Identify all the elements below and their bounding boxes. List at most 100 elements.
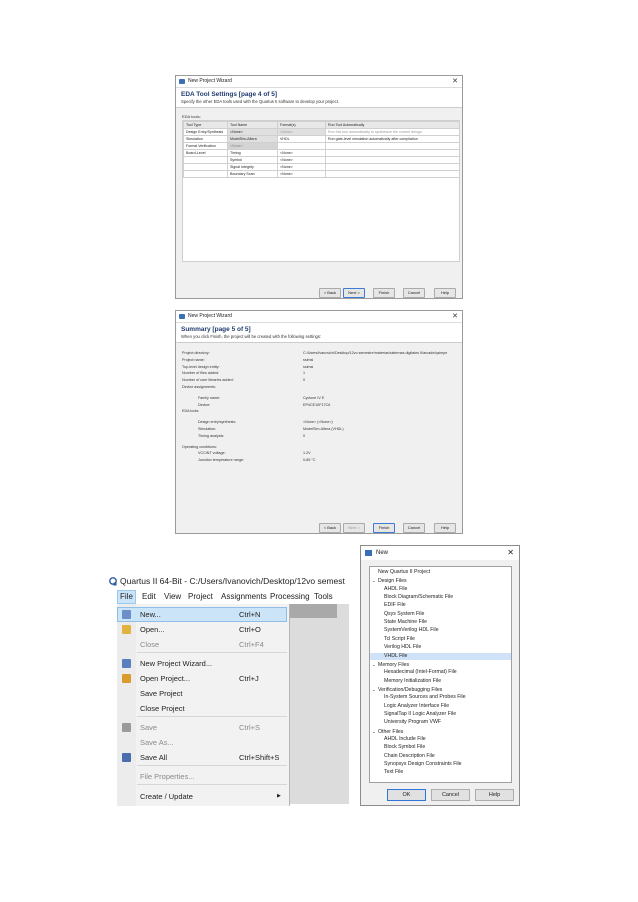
menu-item[interactable]: Save Project	[117, 686, 289, 701]
tree-item-label: Block Diagram/Schematic File	[384, 594, 454, 601]
back-button[interactable]: < Back	[319, 288, 341, 298]
tree-item-label: University Program VWF	[384, 719, 442, 726]
tree-item[interactable]: AHDL Include File	[384, 736, 426, 743]
cancel-button[interactable]: Cancel	[403, 288, 425, 298]
summary-label: Device:	[198, 402, 211, 407]
tree-category[interactable]: ⌄ Memory Files	[372, 661, 409, 668]
summary-value: 0	[303, 433, 306, 438]
cancel-button[interactable]: Cancel	[431, 789, 470, 801]
help-button[interactable]: Help	[475, 789, 514, 801]
tool-type-cell	[183, 163, 228, 171]
tree-category[interactable]: ⌄ Design Files	[372, 577, 407, 584]
menu-item-label: Save	[140, 723, 158, 732]
tree-item[interactable]: Synopsys Design Constraints File	[384, 761, 462, 768]
close-icon[interactable]: ✕	[507, 546, 514, 560]
tree-item[interactable]: AHDL File	[384, 586, 407, 593]
menu-item-label: Open Project...	[140, 674, 191, 683]
next-button[interactable]: Next >	[343, 288, 365, 298]
run-auto-cell[interactable]: Run this tool automatically to synthesiz…	[325, 128, 460, 136]
menu-item[interactable]: Close Ctrl+F4	[117, 637, 289, 652]
menu-item[interactable]: Save Ctrl+S	[117, 720, 289, 735]
format-cell[interactable]	[277, 142, 326, 150]
window-title: New Project Wizard	[188, 78, 232, 84]
finish-button[interactable]: Finish	[373, 523, 395, 533]
format-cell[interactable]: VHDL	[277, 135, 326, 143]
tree-item[interactable]: State Machine File	[384, 619, 427, 626]
menu-edit[interactable]: Edit	[142, 592, 156, 601]
format-cell[interactable]: <None>	[277, 163, 326, 171]
menu-tools[interactable]: Tools	[314, 592, 333, 601]
summary-value: Cyclone IV E	[303, 395, 325, 400]
tool-name-cell[interactable]: Symbol	[227, 156, 278, 164]
menu-item[interactable]: File Properties...	[117, 769, 289, 784]
tree-category[interactable]: New Quartus II Project	[378, 569, 430, 576]
ok-button[interactable]: OK	[387, 789, 426, 801]
tree-item[interactable]: Logic Analyzer Interface File	[384, 703, 449, 710]
tool-name-cell[interactable]: <None>	[227, 128, 278, 136]
menu-assignments[interactable]: Assignments	[221, 592, 267, 601]
menu-item[interactable]: Open Project... Ctrl+J	[117, 671, 289, 686]
file-menu: New... Ctrl+N Open... Ctrl+O Close Ctrl+F4 New…	[117, 604, 290, 806]
format-cell[interactable]: <None>	[277, 170, 326, 178]
run-auto-cell[interactable]: Run gate-level simulation automatically …	[325, 135, 460, 143]
table-row: Simulation ModelSim-Altera VHDL Run gate-le…	[183, 135, 460, 143]
menu-item[interactable]: Open... Ctrl+O	[117, 622, 289, 637]
tree-item[interactable]: SystemVerilog HDL File	[384, 627, 439, 634]
tree-item[interactable]: Chain Description File	[384, 753, 435, 760]
tool-type-cell: Design Entry/Synthesis	[183, 128, 228, 136]
tree-item[interactable]: Verilog HDL File	[384, 644, 421, 651]
tree-item[interactable]: Block Symbol File	[384, 744, 425, 751]
menu-item-label: New Project Wizard...	[140, 659, 213, 668]
format-cell[interactable]: <None>	[277, 128, 326, 136]
menu-file[interactable]: File	[117, 590, 136, 604]
menu-processing[interactable]: Processing	[270, 592, 310, 601]
tree-item[interactable]: Text File	[384, 769, 403, 776]
help-button[interactable]: Help	[434, 523, 456, 533]
menu-item[interactable]: New Project Wizard...	[117, 656, 289, 671]
close-icon[interactable]: ✕	[452, 76, 458, 87]
summary-label: Timing analysis:	[198, 433, 225, 438]
back-button[interactable]: < Back	[319, 523, 341, 533]
next-button[interactable]: Next >	[343, 523, 365, 533]
tool-name-cell[interactable]: ModelSim-Altera	[227, 135, 278, 143]
tree-item[interactable]: Memory Initialization File	[384, 678, 441, 685]
menu-item[interactable]: Create / Update ▶	[117, 789, 289, 804]
run-auto-cell	[325, 163, 460, 171]
tree-item[interactable]: University Program VWF	[384, 719, 441, 726]
tree-item[interactable]: Tcl Script File	[384, 636, 415, 643]
tool-name-cell[interactable]: Signal Integrity	[227, 163, 278, 171]
format-cell[interactable]: <None>	[277, 149, 326, 157]
menu-item-shortcut: Ctrl+O	[239, 625, 261, 634]
wizard-page4-window: New Project Wizard ✕ EDA Tool Settings […	[175, 75, 463, 299]
tree-category[interactable]: ⌄ Verification/Debugging Files	[372, 686, 442, 693]
menu-item[interactable]: Save As...	[117, 735, 289, 750]
menu-item[interactable]: Export...	[117, 804, 289, 806]
help-button[interactable]: Help	[434, 288, 456, 298]
menu-item[interactable]: Close Project	[117, 701, 289, 716]
tool-name-cell[interactable]: Timing	[227, 149, 278, 157]
tree-item[interactable]: Block Diagram/Schematic File	[384, 594, 453, 601]
finish-button[interactable]: Finish	[373, 288, 395, 298]
menu-bar: File Edit View Project Assignments Proce…	[117, 590, 352, 604]
tree-item[interactable]: Hexadecimal (Intel-Format) File	[384, 669, 457, 676]
menu-view[interactable]: View	[164, 592, 181, 601]
menu-item[interactable]: New... Ctrl+N	[117, 607, 287, 622]
file-type-tree[interactable]: New Quartus II Project ⌄ Design Files AHDL …	[369, 566, 512, 783]
tree-item[interactable]: SignalTap II Logic Analyzer File	[384, 711, 456, 718]
wizard-icon	[122, 659, 131, 668]
summary-value: 1	[303, 371, 306, 376]
cancel-button[interactable]: Cancel	[403, 523, 425, 533]
tree-item[interactable]: In-System Sources and Probes File	[384, 694, 466, 701]
tree-item[interactable]: Qsys System File	[384, 611, 424, 618]
tree-item-label: SystemVerilog HDL File	[384, 627, 439, 634]
summary-value: C:/Users/Ivanovich/Desktop/12vo semestre…	[303, 351, 448, 355]
tree-item[interactable]: EDIF File	[384, 602, 406, 609]
tool-name-cell[interactable]: <None>	[227, 142, 278, 150]
menu-project[interactable]: Project	[188, 592, 213, 601]
tree-category[interactable]: ⌄ Other Files	[372, 728, 403, 735]
menu-item[interactable]: Save All Ctrl+Shift+S	[117, 750, 289, 765]
format-cell[interactable]: <None>	[277, 156, 326, 164]
tree-item[interactable]: VHDL File	[370, 652, 511, 660]
tool-name-cell[interactable]: Boundary Scan	[227, 170, 278, 178]
tree-item-label: Chain Description File	[384, 752, 435, 759]
